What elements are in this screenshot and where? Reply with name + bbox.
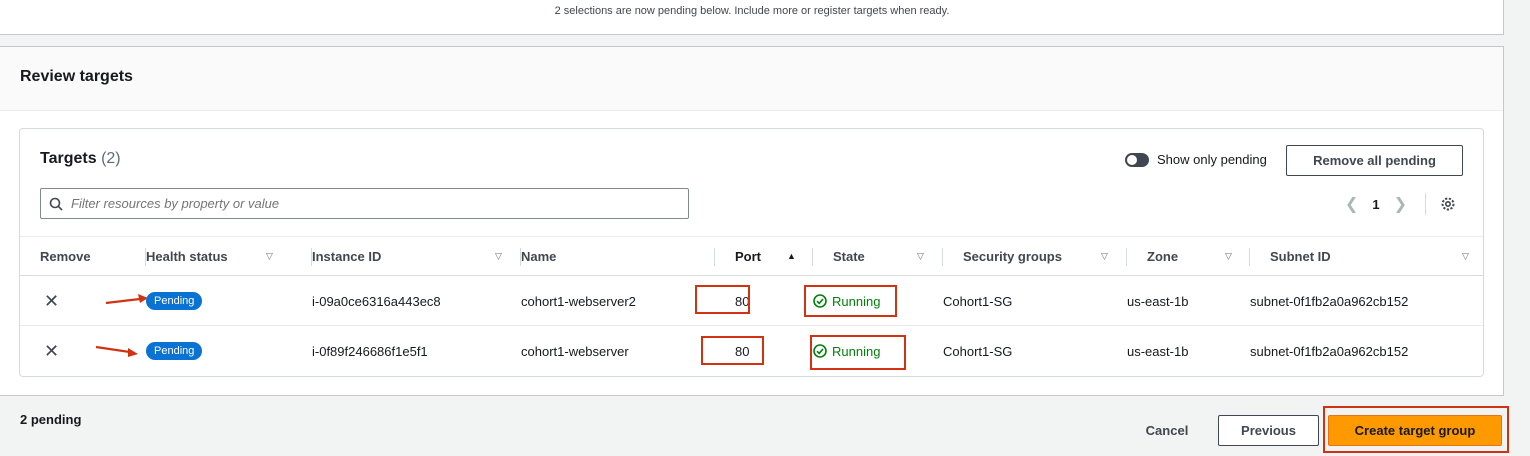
- name-cell: cohort1-webserver: [521, 343, 629, 359]
- col-security-groups[interactable]: Security groups ▽: [943, 237, 1127, 276]
- targets-table-container: Targets (2) Show only pending Remove all…: [19, 128, 1484, 377]
- instance-id-cell: i-09a0ce6316a443ec8: [312, 293, 441, 309]
- arrow-annotation-icon: [105, 294, 148, 305]
- sort-down-icon[interactable]: ▽: [1462, 251, 1469, 262]
- col-zone-label: Zone: [1147, 249, 1179, 264]
- remove-row-button[interactable]: ✕: [44, 326, 59, 376]
- col-remove-label: Remove: [40, 249, 91, 264]
- port-highlight: [695, 285, 750, 314]
- targets-count: (2): [101, 150, 121, 167]
- sort-down-icon[interactable]: ▽: [1101, 251, 1108, 262]
- col-remove: Remove: [40, 237, 146, 276]
- col-zone[interactable]: Zone ▽: [1127, 237, 1250, 276]
- col-health-label: Health status: [146, 249, 228, 264]
- instance-id-cell: i-0f89f246686f1e5f1: [312, 343, 428, 359]
- close-icon[interactable]: ✕: [44, 291, 59, 312]
- top-info-card: 2 selections are now pending below. Incl…: [0, 0, 1504, 35]
- table-row: ✕ Pending i-0f89f246686f1e5f1 cohort1-we…: [20, 326, 1483, 376]
- pagination: ❮ 1 ❯: [1345, 193, 1456, 215]
- review-title: Review targets: [20, 68, 133, 85]
- col-state-label: State: [833, 249, 865, 264]
- table-row: ✕ Pending i-09a0ce6316a443ec8 cohort1-we…: [20, 276, 1483, 326]
- health-cell: Pending: [146, 326, 203, 376]
- review-header: Review targets: [0, 47, 1503, 111]
- zone-cell: us-east-1b: [1127, 293, 1189, 309]
- col-sg-label: Security groups: [963, 249, 1062, 264]
- search-icon: [49, 197, 63, 211]
- arrow-annotation-icon: [95, 345, 138, 357]
- remove-row-button[interactable]: ✕: [44, 276, 59, 326]
- state-highlight: [810, 335, 906, 370]
- col-subnet-label: Subnet ID: [1270, 249, 1331, 264]
- state-highlight: [804, 285, 897, 317]
- col-instance-label: Instance ID: [312, 249, 382, 264]
- sort-down-icon[interactable]: ▽: [495, 251, 502, 262]
- chevron-left-icon[interactable]: ❮: [1345, 194, 1358, 214]
- status-badge: Pending: [146, 342, 203, 360]
- col-subnet-id[interactable]: Subnet ID ▽: [1250, 237, 1475, 276]
- pager-divider: [1425, 193, 1427, 215]
- table-header: Remove Health status ▽ Instance ID ▽ Name …: [20, 236, 1483, 276]
- subnet-cell: subnet-0f1fb2a0a962cb152: [1250, 343, 1409, 359]
- close-icon[interactable]: ✕: [44, 341, 59, 362]
- sort-down-icon[interactable]: ▽: [266, 251, 273, 262]
- port-highlight: [701, 336, 764, 365]
- chevron-right-icon[interactable]: ❯: [1394, 194, 1407, 214]
- filter-box[interactable]: [40, 188, 689, 219]
- col-instance-id[interactable]: Instance ID ▽: [312, 237, 521, 276]
- previous-button[interactable]: Previous: [1218, 415, 1319, 446]
- toggle-label: Show only pending: [1157, 152, 1267, 167]
- name-cell: cohort1-webserver2: [521, 293, 636, 309]
- sg-cell: Cohort1-SG: [943, 293, 1013, 309]
- subnet-cell: subnet-0f1fb2a0a962cb152: [1250, 293, 1409, 309]
- zone-cell: us-east-1b: [1127, 343, 1189, 359]
- col-port[interactable]: Port ▲: [715, 237, 813, 276]
- filter-input[interactable]: [71, 196, 671, 211]
- col-name-label: Name: [521, 249, 557, 264]
- sg-cell: Cohort1-SG: [943, 343, 1013, 359]
- sort-down-icon[interactable]: ▽: [917, 251, 924, 262]
- pending-message: 2 selections are now pending below. Incl…: [554, 5, 950, 17]
- remove-all-pending-button[interactable]: Remove all pending: [1286, 145, 1463, 176]
- col-state[interactable]: State ▽: [813, 237, 943, 276]
- cancel-button[interactable]: Cancel: [1130, 415, 1204, 446]
- sort-down-icon[interactable]: ▽: [1225, 251, 1232, 262]
- sort-up-icon[interactable]: ▲: [787, 251, 796, 261]
- health-cell: Pending: [146, 276, 203, 326]
- toggle-switch[interactable]: [1125, 152, 1149, 167]
- col-health-status[interactable]: Health status ▽: [146, 237, 312, 276]
- review-targets-card: Review targets Targets (2) Show only pen…: [0, 46, 1504, 396]
- create-target-group-button[interactable]: Create target group: [1328, 415, 1502, 446]
- targets-title-text: Targets: [40, 150, 97, 167]
- pending-count: 2 pending: [20, 412, 82, 427]
- settings-icon[interactable]: [1440, 196, 1456, 212]
- status-badge: Pending: [146, 292, 203, 310]
- page-number[interactable]: 1: [1372, 197, 1379, 212]
- targets-title: Targets (2): [40, 150, 121, 168]
- col-port-label: Port: [735, 249, 761, 264]
- show-only-pending-toggle[interactable]: Show only pending: [1125, 152, 1267, 167]
- col-name[interactable]: Name: [521, 237, 715, 276]
